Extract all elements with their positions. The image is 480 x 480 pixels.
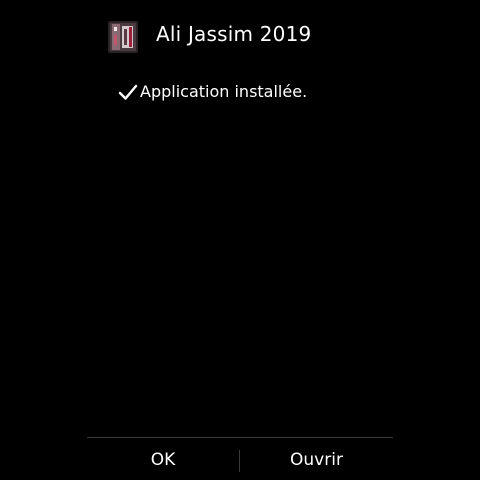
status-message: Application installée.: [140, 82, 308, 101]
check-icon: [118, 82, 138, 102]
ok-button[interactable]: OK: [87, 440, 239, 480]
install-status: Application installée.: [118, 80, 307, 104]
open-button[interactable]: Ouvrir: [240, 440, 393, 480]
button-bar-divider: [87, 437, 393, 438]
app-icon: [108, 21, 138, 53]
app-title: Ali Jassim 2019: [156, 22, 312, 46]
